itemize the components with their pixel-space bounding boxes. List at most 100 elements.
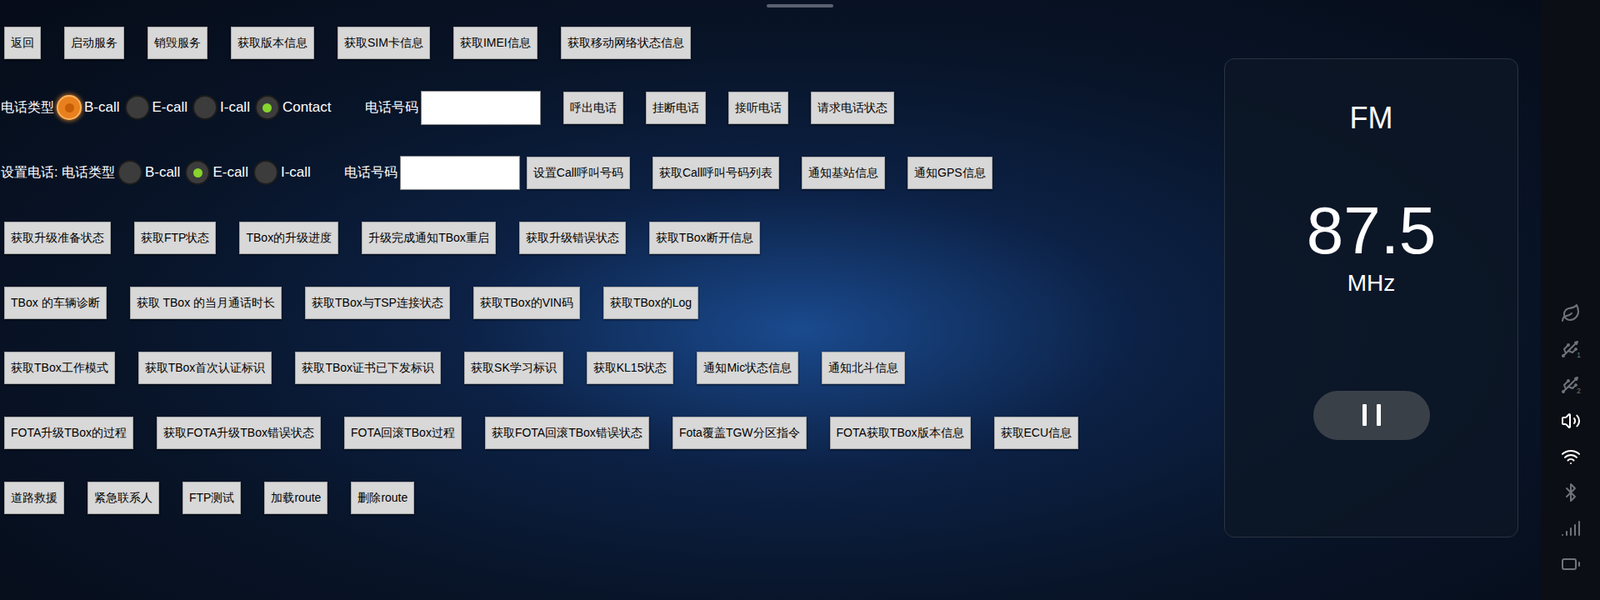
action-button[interactable]: 紧急联系人 xyxy=(87,481,160,515)
action-button[interactable]: 获取TBox证书已下发标识 xyxy=(295,351,441,385)
status-item xyxy=(1560,482,1581,503)
action-button[interactable]: 通知北斗信息 xyxy=(821,351,905,385)
action-button[interactable]: 获取版本信息 xyxy=(230,26,315,60)
action-button[interactable]: 获取TBox与TSP连接状态 xyxy=(305,286,450,320)
pause-icon xyxy=(1362,404,1381,426)
radio-circle[interactable] xyxy=(253,160,279,185)
wifi-icon xyxy=(1560,446,1581,467)
button-row: TBox 的车辆诊断获取 TBox 的当月通话时长获取TBox与TSP连接状态获… xyxy=(0,285,1225,320)
action-button[interactable]: 升级完成通知TBox重启 xyxy=(361,221,496,255)
button-row: 获取升级准备状态获取FTP状态 TBox的升级进度升级完成通知TBox重启获取升级… xyxy=(0,220,1225,255)
button-row: 返回启动服务销毁服务获取版本信息获取SIM卡信息获取IMEI信息获取移动网络状态… xyxy=(0,25,1225,60)
radio-dot xyxy=(262,103,272,113)
action-button[interactable]: 启动服务 xyxy=(64,26,125,60)
action-button[interactable]: 获取TBox断开信息 xyxy=(649,221,760,255)
fm-card: FM87.5MHz xyxy=(1224,58,1519,538)
status-item: 1 xyxy=(1560,339,1581,360)
action-button[interactable]: 获取Call呼叫号码列表 xyxy=(652,156,780,190)
radio-circle[interactable] xyxy=(125,95,150,120)
type-label: 设置电话: 电话类型 xyxy=(0,162,115,183)
status-item xyxy=(1560,554,1581,575)
radio-label: B-call xyxy=(84,96,120,119)
radio-label: E-call xyxy=(152,96,189,119)
radio-option[interactable]: I-call xyxy=(253,160,311,185)
action-button[interactable]: 通知基站信息 xyxy=(801,156,885,190)
bluetooth-icon xyxy=(1560,482,1581,503)
action-button[interactable]: 销毁服务 xyxy=(147,26,208,60)
action-button[interactable]: FOTA回滚TBox过程 xyxy=(344,416,462,450)
battery-icon xyxy=(1560,554,1581,575)
action-button[interactable]: 获取ECU信息 xyxy=(994,416,1080,450)
action-button[interactable]: FOTA升级TBox的过程 xyxy=(4,416,134,450)
phone-number-input[interactable] xyxy=(400,155,520,190)
action-button[interactable]: 通知GPS信息 xyxy=(907,156,993,190)
number-label: 电话号码 xyxy=(365,97,419,118)
action-button[interactable]: 获取 TBox 的当月通话时长 xyxy=(130,286,282,320)
radio-option[interactable]: I-call xyxy=(192,95,250,120)
number-label: 电话号码 xyxy=(344,162,398,183)
button-row: FOTA升级TBox的过程获取FOTA升级TBox错误状态 FOTA回滚TBox过… xyxy=(0,415,1225,450)
status-item xyxy=(1560,518,1581,539)
radio-circle[interactable] xyxy=(185,160,210,185)
action-button[interactable]: 加载route xyxy=(264,481,328,515)
action-button[interactable]: 返回 xyxy=(4,26,41,60)
fm-band: FM xyxy=(1350,100,1394,136)
action-button[interactable]: 获取升级准备状态 xyxy=(4,221,111,255)
status-item: 2 xyxy=(1560,375,1581,395)
signal-icon xyxy=(1560,518,1581,539)
radio-circle[interactable] xyxy=(255,95,280,120)
action-button[interactable]: 通知Mic状态信息 xyxy=(696,351,799,385)
radio-label: Contact xyxy=(282,96,332,119)
button-row: 道路救援紧急联系人 FTP测试加载route 删除route xyxy=(0,480,1225,515)
radio-label: I-call xyxy=(280,161,311,184)
action-button[interactable]: 呼出电话 xyxy=(563,91,624,125)
action-button[interactable]: 获取IMEI信息 xyxy=(453,26,538,60)
action-button[interactable]: 获取升级错误状态 xyxy=(519,221,626,255)
radio-dot xyxy=(65,103,75,113)
action-button[interactable]: 获取TBox工作模式 xyxy=(4,351,115,385)
action-button[interactable]: 获取TBox的Log xyxy=(603,286,699,320)
action-button[interactable]: 获取TBox的VIN码 xyxy=(473,286,580,320)
action-button[interactable]: Fota覆盖TGW分区指令 xyxy=(672,416,807,450)
action-button[interactable]: 获取SIM卡信息 xyxy=(337,26,430,60)
action-button[interactable]: 获取KL15状态 xyxy=(586,351,675,385)
fm-widget-area: FM87.5MHz xyxy=(1224,0,1541,600)
radio-label: I-call xyxy=(220,96,250,119)
play-pause-button[interactable] xyxy=(1313,390,1430,440)
action-button[interactable]: 获取SK学习标识 xyxy=(464,351,564,385)
action-button[interactable]: 设置Call呼叫号码 xyxy=(526,156,630,190)
radio-option[interactable]: E-call xyxy=(125,95,189,120)
radio-option[interactable]: B-call xyxy=(56,95,120,120)
fm-unit: MHz xyxy=(1347,269,1396,298)
action-button[interactable]: TBox的升级进度 xyxy=(239,221,339,255)
action-button[interactable]: 获取FOTA回滚TBox错误状态 xyxy=(485,416,650,450)
action-button[interactable]: TBox 的车辆诊断 xyxy=(4,286,107,320)
action-button[interactable]: 请求电话状态 xyxy=(810,91,895,125)
radio-label: E-call xyxy=(212,161,249,184)
volume-icon xyxy=(1560,410,1581,431)
action-button[interactable]: 获取移动网络状态信息 xyxy=(560,26,691,60)
action-button[interactable]: 道路救援 xyxy=(4,481,65,515)
drag-handle[interactable] xyxy=(766,4,834,8)
action-button[interactable]: 获取TBox首次认证标识 xyxy=(138,351,273,385)
radio-option[interactable]: B-call xyxy=(117,160,181,185)
status-subscript: 2 xyxy=(1576,387,1581,395)
action-button[interactable]: 删除route xyxy=(350,481,415,515)
radio-option[interactable]: Contact xyxy=(255,95,332,120)
action-button[interactable]: 接听电话 xyxy=(728,91,789,125)
radio-circle[interactable] xyxy=(56,95,82,120)
radio-option[interactable]: E-call xyxy=(185,160,249,185)
radio-circle[interactable] xyxy=(192,95,218,120)
action-button[interactable]: FOTA获取TBox版本信息 xyxy=(830,416,971,450)
button-row: 获取TBox工作模式获取TBox首次认证标识获取TBox证书已下发标识获取SK学… xyxy=(0,350,1225,385)
call-row: 设置电话: 电话类型B-call E-call I-call 电话号码 设置Call呼叫… xyxy=(0,155,1225,190)
action-button[interactable]: 获取FTP状态 xyxy=(134,221,216,255)
action-button[interactable]: 挂断电话 xyxy=(645,91,706,125)
radio-circle[interactable] xyxy=(117,160,143,185)
action-button[interactable]: FTP测试 xyxy=(182,481,241,515)
status-bar: 12 xyxy=(1540,0,1600,600)
action-button[interactable]: 获取FOTA升级TBox错误状态 xyxy=(156,416,321,450)
status-item xyxy=(1560,446,1581,467)
phone-number-input[interactable] xyxy=(420,90,541,125)
control-panel: 返回启动服务销毁服务获取版本信息获取SIM卡信息获取IMEI信息获取移动网络状态… xyxy=(0,0,1225,600)
